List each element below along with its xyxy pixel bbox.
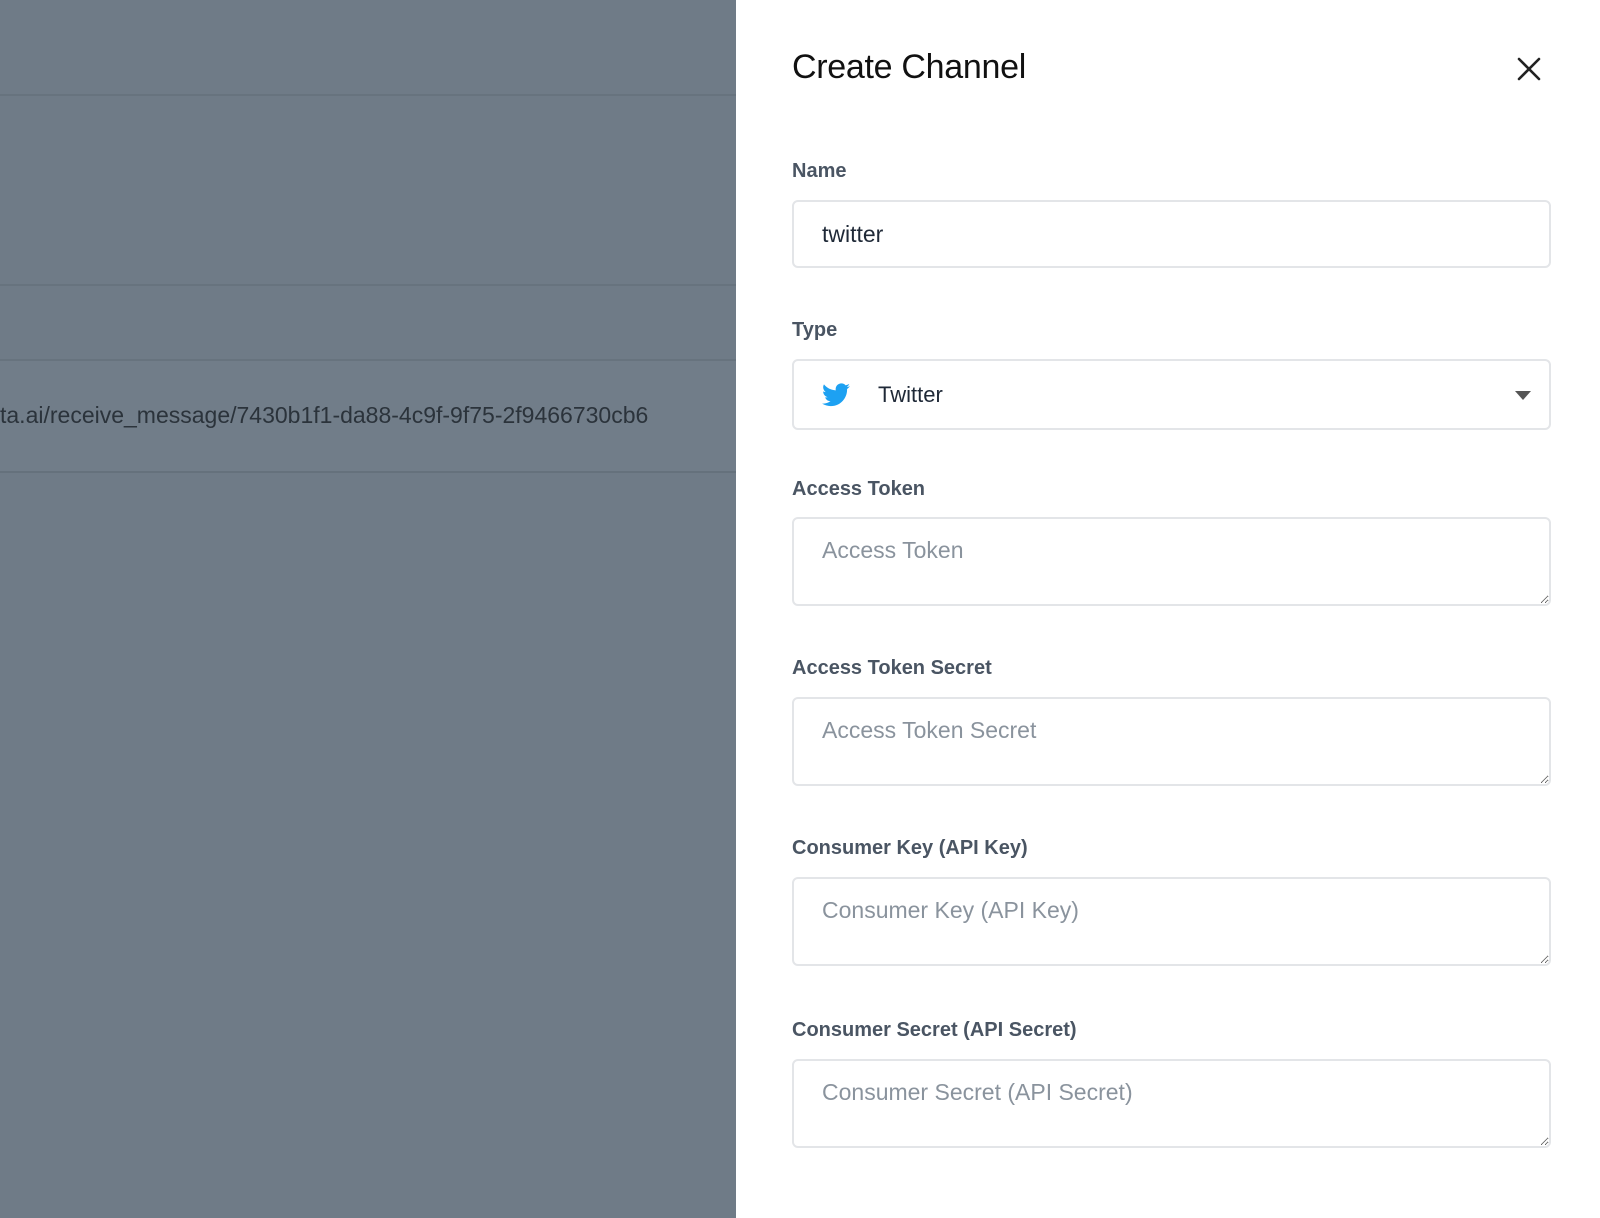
twitter-bird-icon [822,383,850,407]
close-button[interactable] [1512,52,1546,86]
consumer-secret-input[interactable] [792,1059,1551,1148]
access-token-label: Access Token [792,478,926,500]
divider [0,94,736,96]
type-select-value: Twitter [878,382,943,407]
chevron-down-icon [1515,391,1531,400]
consumer-key-input[interactable] [792,877,1551,966]
access-token-secret-label: Access Token Secret [792,657,992,679]
access-token-input[interactable] [792,517,1551,606]
webhook-url-text: ta.ai/receive_message/7430b1f1-da88-4c9f… [0,402,649,428]
access-token-secret-input[interactable] [792,697,1551,786]
consumer-secret-label: Consumer Secret (API Secret) [792,1019,1077,1041]
consumer-key-label: Consumer Key (API Key) [792,837,1028,859]
type-label: Type [792,319,838,341]
type-select[interactable]: Twitter [792,359,1551,430]
divider [0,284,736,286]
create-channel-panel: Create Channel Name Type Twitter Access … [736,0,1600,1218]
name-input[interactable] [792,200,1551,268]
divider [0,471,736,473]
panel-title: Create Channel [792,48,1026,86]
name-label: Name [792,160,847,182]
close-icon [1517,57,1541,81]
background-overlay[interactable]: ta.ai/receive_message/7430b1f1-da88-4c9f… [0,0,736,1218]
